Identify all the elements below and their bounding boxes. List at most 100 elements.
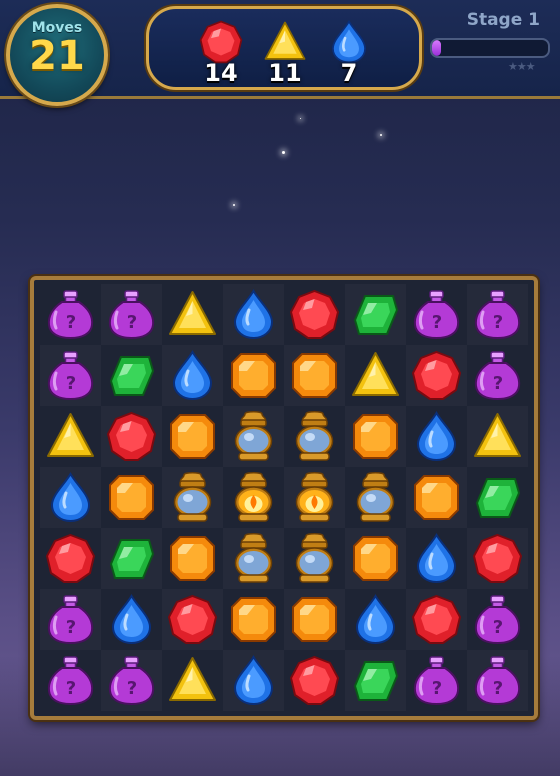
blue-gem-icon[interactable] <box>105 593 158 646</box>
mystery-potion-icon[interactable]: ? <box>105 654 158 707</box>
orange-gem-icon[interactable] <box>410 471 463 524</box>
mystery-potion-icon[interactable]: ? <box>105 288 158 341</box>
mystery-potion-icon[interactable]: ? <box>44 349 97 402</box>
mystery-potion-icon[interactable]: ? <box>44 288 97 341</box>
red-gem-icon[interactable] <box>288 288 341 341</box>
board-cell[interactable] <box>101 589 162 650</box>
lit-lantern-icon[interactable] <box>227 471 280 524</box>
board-cell[interactable]: ? <box>467 650 528 711</box>
board-cell[interactable] <box>406 589 467 650</box>
board-cell[interactable]: ? <box>40 650 101 711</box>
board-cell[interactable] <box>284 284 345 345</box>
board-cell[interactable] <box>101 467 162 528</box>
orange-gem-icon[interactable] <box>349 532 402 585</box>
board-cell[interactable] <box>345 284 406 345</box>
mystery-potion-icon[interactable]: ? <box>471 288 524 341</box>
board-cell[interactable] <box>223 406 284 467</box>
mystery-potion-icon[interactable]: ? <box>44 654 97 707</box>
lantern-icon[interactable] <box>166 471 219 524</box>
yellow-gem-icon[interactable] <box>166 654 219 707</box>
board-cell[interactable] <box>467 406 528 467</box>
board-cell[interactable] <box>101 406 162 467</box>
board-cell[interactable] <box>284 345 345 406</box>
red-gem-icon[interactable] <box>166 593 219 646</box>
red-gem-icon[interactable] <box>105 410 158 463</box>
mystery-potion-icon[interactable]: ? <box>471 593 524 646</box>
board-cell[interactable] <box>162 345 223 406</box>
board-cell[interactable] <box>40 406 101 467</box>
mystery-potion-icon[interactable]: ? <box>410 288 463 341</box>
mystery-potion-icon[interactable]: ? <box>410 654 463 707</box>
board-cell[interactable]: ? <box>40 284 101 345</box>
orange-gem-icon[interactable] <box>227 593 280 646</box>
mystery-potion-icon[interactable]: ? <box>471 349 524 402</box>
blue-gem-icon[interactable] <box>227 288 280 341</box>
board-cell[interactable] <box>345 467 406 528</box>
board-cell[interactable] <box>162 284 223 345</box>
lantern-icon[interactable] <box>227 410 280 463</box>
board-cell[interactable]: ? <box>467 589 528 650</box>
mystery-potion-icon[interactable]: ? <box>471 654 524 707</box>
board-cell[interactable]: ? <box>101 650 162 711</box>
board-cell[interactable]: ? <box>406 284 467 345</box>
orange-gem-icon[interactable] <box>166 532 219 585</box>
orange-gem-icon[interactable] <box>288 593 341 646</box>
orange-gem-icon[interactable] <box>288 349 341 402</box>
orange-gem-icon[interactable] <box>166 410 219 463</box>
board-cell[interactable] <box>162 406 223 467</box>
board-cell[interactable]: ? <box>406 650 467 711</box>
board-cell[interactable] <box>345 650 406 711</box>
green-gem-icon[interactable] <box>349 288 402 341</box>
board-cell[interactable] <box>223 589 284 650</box>
lantern-icon[interactable] <box>227 532 280 585</box>
board-cell[interactable]: ? <box>467 345 528 406</box>
board-cell[interactable] <box>345 528 406 589</box>
board-cell[interactable]: ? <box>40 345 101 406</box>
board-cell[interactable] <box>223 467 284 528</box>
green-gem-icon[interactable] <box>105 349 158 402</box>
board-cell[interactable] <box>223 528 284 589</box>
board-cell[interactable] <box>162 528 223 589</box>
blue-gem-icon[interactable] <box>349 593 402 646</box>
board-cell[interactable] <box>406 345 467 406</box>
red-gem-icon[interactable] <box>410 349 463 402</box>
yellow-gem-icon[interactable] <box>471 410 524 463</box>
red-gem-icon[interactable] <box>288 654 341 707</box>
orange-gem-icon[interactable] <box>105 471 158 524</box>
green-gem-icon[interactable] <box>105 532 158 585</box>
board-cell[interactable] <box>467 467 528 528</box>
board-cell[interactable] <box>345 406 406 467</box>
yellow-gem-icon[interactable] <box>166 288 219 341</box>
green-gem-icon[interactable] <box>471 471 524 524</box>
orange-gem-icon[interactable] <box>227 349 280 402</box>
board-cell[interactable]: ? <box>101 284 162 345</box>
blue-gem-icon[interactable] <box>44 471 97 524</box>
board-cell[interactable] <box>345 345 406 406</box>
board-cell[interactable] <box>162 467 223 528</box>
board-cell[interactable] <box>162 650 223 711</box>
board-cell[interactable]: ? <box>467 284 528 345</box>
board-cell[interactable]: ? <box>40 589 101 650</box>
lantern-icon[interactable] <box>288 410 341 463</box>
board-cell[interactable] <box>406 467 467 528</box>
board-cell[interactable] <box>467 528 528 589</box>
red-gem-icon[interactable] <box>471 532 524 585</box>
mystery-potion-icon[interactable]: ? <box>44 593 97 646</box>
board-cell[interactable] <box>101 345 162 406</box>
board-cell[interactable] <box>284 589 345 650</box>
board-cell[interactable] <box>40 528 101 589</box>
blue-gem-icon[interactable] <box>227 654 280 707</box>
board-cell[interactable] <box>284 650 345 711</box>
board-cell[interactable] <box>284 528 345 589</box>
board-cell[interactable] <box>406 406 467 467</box>
board-cell[interactable] <box>40 467 101 528</box>
yellow-gem-icon[interactable] <box>349 349 402 402</box>
blue-gem-icon[interactable] <box>166 349 219 402</box>
green-gem-icon[interactable] <box>349 654 402 707</box>
board-cell[interactable] <box>284 406 345 467</box>
board-cell[interactable] <box>223 345 284 406</box>
red-gem-icon[interactable] <box>44 532 97 585</box>
orange-gem-icon[interactable] <box>349 410 402 463</box>
board-cell[interactable] <box>223 284 284 345</box>
board-cell[interactable] <box>406 528 467 589</box>
